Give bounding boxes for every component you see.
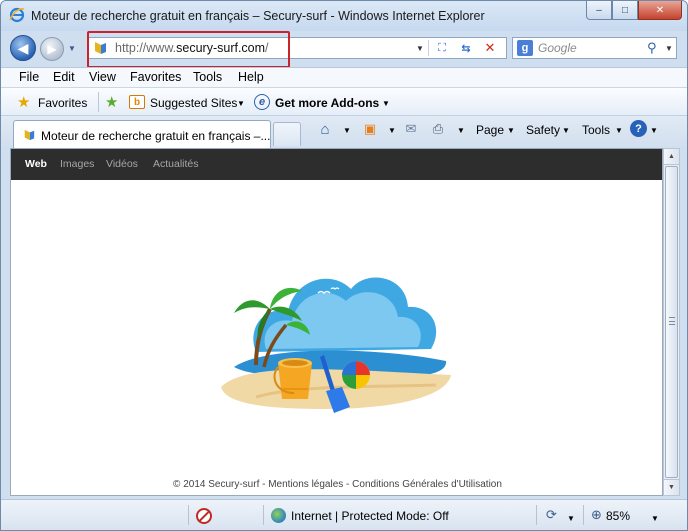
arrow-left-icon: ◀ xyxy=(17,39,29,56)
site-nav-web[interactable]: Web xyxy=(25,158,47,170)
status-separator xyxy=(536,505,537,525)
google-icon: g xyxy=(517,40,533,56)
address-highlight-annotation xyxy=(87,31,290,68)
stop-icon[interactable]: ✕ xyxy=(480,40,500,56)
address-dropdown-icon[interactable]: ▼ xyxy=(416,44,424,53)
favorites-separator xyxy=(98,92,99,112)
zoom-icon[interactable]: ⊕ xyxy=(591,507,602,523)
ie-addons-icon[interactable]: e xyxy=(254,94,270,110)
back-button[interactable]: ◀ xyxy=(10,35,36,61)
page-dropdown-icon[interactable]: ▼ xyxy=(507,126,515,135)
address-separator xyxy=(428,40,429,56)
add-to-favorites-bar-icon[interactable]: ★ xyxy=(105,93,118,111)
protected-mode-icon[interactable]: ⟳ xyxy=(546,507,557,523)
internet-zone-globe-icon xyxy=(271,508,286,523)
refresh-icon[interactable]: ⇆ xyxy=(456,40,476,56)
menu-tools[interactable]: Tools xyxy=(193,70,222,84)
site-navigation: Web Images Vidéos Actualités xyxy=(11,149,662,180)
tab-active[interactable]: Moteur de recherche gratuit en français … xyxy=(13,120,271,148)
privacy-blocked-icon[interactable] xyxy=(196,508,212,524)
menu-help[interactable]: Help xyxy=(238,70,264,84)
tab-favicon-icon xyxy=(24,129,35,141)
zoom-level[interactable]: 85% xyxy=(606,509,630,523)
menu-bar: File Edit View Favorites Tools Help xyxy=(1,67,687,87)
menu-edit[interactable]: Edit xyxy=(53,70,75,84)
page-menu-button[interactable]: Page xyxy=(476,123,504,137)
protected-mode-dropdown-icon[interactable]: ▼ xyxy=(567,514,575,523)
scroll-down-button[interactable]: ▼ xyxy=(664,479,679,495)
tab-label: Moteur de recherche gratuit en français … xyxy=(41,129,271,143)
menu-view[interactable]: View xyxy=(89,70,116,84)
status-separator xyxy=(188,505,189,525)
search-box[interactable]: g Google ⚲ ▼ xyxy=(512,37,677,59)
suggested-sites-button[interactable]: Suggested Sites xyxy=(150,96,237,110)
scrollbar-thumb[interactable] xyxy=(665,166,678,478)
feeds-dropdown-icon[interactable]: ▼ xyxy=(388,126,396,135)
beach-illustration xyxy=(216,257,456,427)
print-icon[interactable]: ⎙ xyxy=(429,120,447,138)
recent-pages-dropdown[interactable]: ▼ xyxy=(68,44,76,53)
favorites-button[interactable]: Favorites xyxy=(38,96,87,110)
forward-button[interactable]: ▶ xyxy=(40,37,64,61)
caption-buttons: – □ ✕ xyxy=(586,1,682,21)
menu-file[interactable]: File xyxy=(19,70,39,84)
search-placeholder[interactable]: Google xyxy=(538,41,577,55)
get-addons-dropdown-icon[interactable]: ▼ xyxy=(382,99,390,108)
tools-dropdown-icon[interactable]: ▼ xyxy=(615,126,623,135)
close-button[interactable]: ✕ xyxy=(638,1,682,20)
get-addons-button[interactable]: Get more Add-ons xyxy=(275,96,379,110)
zoom-dropdown-icon[interactable]: ▼ xyxy=(651,514,659,523)
menu-favorites[interactable]: Favorites xyxy=(130,70,181,84)
status-bar: Internet | Protected Mode: Off ⟳ ▼ ⊕ 85%… xyxy=(1,499,687,530)
safety-dropdown-icon[interactable]: ▼ xyxy=(562,126,570,135)
title-bar: Moteur de recherche gratuit en français … xyxy=(1,1,687,31)
page-viewport: Web Images Vidéos Actualités © 2014 Secu… xyxy=(10,148,663,496)
read-mail-icon[interactable]: ✉ xyxy=(402,120,420,138)
security-zone-status[interactable]: Internet | Protected Mode: Off xyxy=(291,509,449,523)
site-nav-videos[interactable]: Vidéos xyxy=(106,158,138,170)
new-tab-button[interactable] xyxy=(273,122,301,146)
search-options-dropdown-icon[interactable]: ▼ xyxy=(665,44,673,53)
rss-feed-icon[interactable]: ▣ xyxy=(361,120,379,138)
help-dropdown-icon[interactable]: ▼ xyxy=(650,126,658,135)
ie-logo-icon xyxy=(9,7,25,23)
home-icon[interactable]: ⌂ xyxy=(316,120,334,138)
vertical-scrollbar[interactable]: ▲ ▼ xyxy=(663,148,680,496)
favorites-star-icon[interactable]: ★ xyxy=(17,93,30,111)
site-nav-images[interactable]: Images xyxy=(60,158,94,170)
help-icon[interactable]: ? xyxy=(630,120,647,137)
scroll-up-button[interactable]: ▲ xyxy=(664,149,679,165)
suggested-sites-icon[interactable]: b xyxy=(129,95,145,109)
suggested-sites-dropdown-icon[interactable]: ▼ xyxy=(237,99,245,108)
status-separator xyxy=(263,505,264,525)
browser-window: Moteur de recherche gratuit en français … xyxy=(0,0,688,531)
tools-menu-button[interactable]: Tools xyxy=(582,123,610,137)
status-separator xyxy=(583,505,584,525)
safety-menu-button[interactable]: Safety xyxy=(526,123,560,137)
window-title: Moteur de recherche gratuit en français … xyxy=(31,9,485,23)
beach-image xyxy=(221,277,451,413)
compatibility-view-icon[interactable]: ⛶ xyxy=(432,40,452,56)
minimize-button[interactable]: – xyxy=(586,1,612,20)
search-icon[interactable]: ⚲ xyxy=(647,40,657,56)
scrollbar-grip-icon xyxy=(669,317,675,325)
site-footer: © 2014 Secury-surf - Mentions légales - … xyxy=(173,479,502,490)
site-nav-news[interactable]: Actualités xyxy=(153,158,199,170)
favorites-bar: ★ Favorites ★ b Suggested Sites ▼ e Get … xyxy=(1,87,687,115)
print-dropdown-icon[interactable]: ▼ xyxy=(457,126,465,135)
maximize-button[interactable]: □ xyxy=(612,1,638,20)
home-dropdown-icon[interactable]: ▼ xyxy=(343,126,351,135)
arrow-right-icon: ▶ xyxy=(47,42,57,56)
